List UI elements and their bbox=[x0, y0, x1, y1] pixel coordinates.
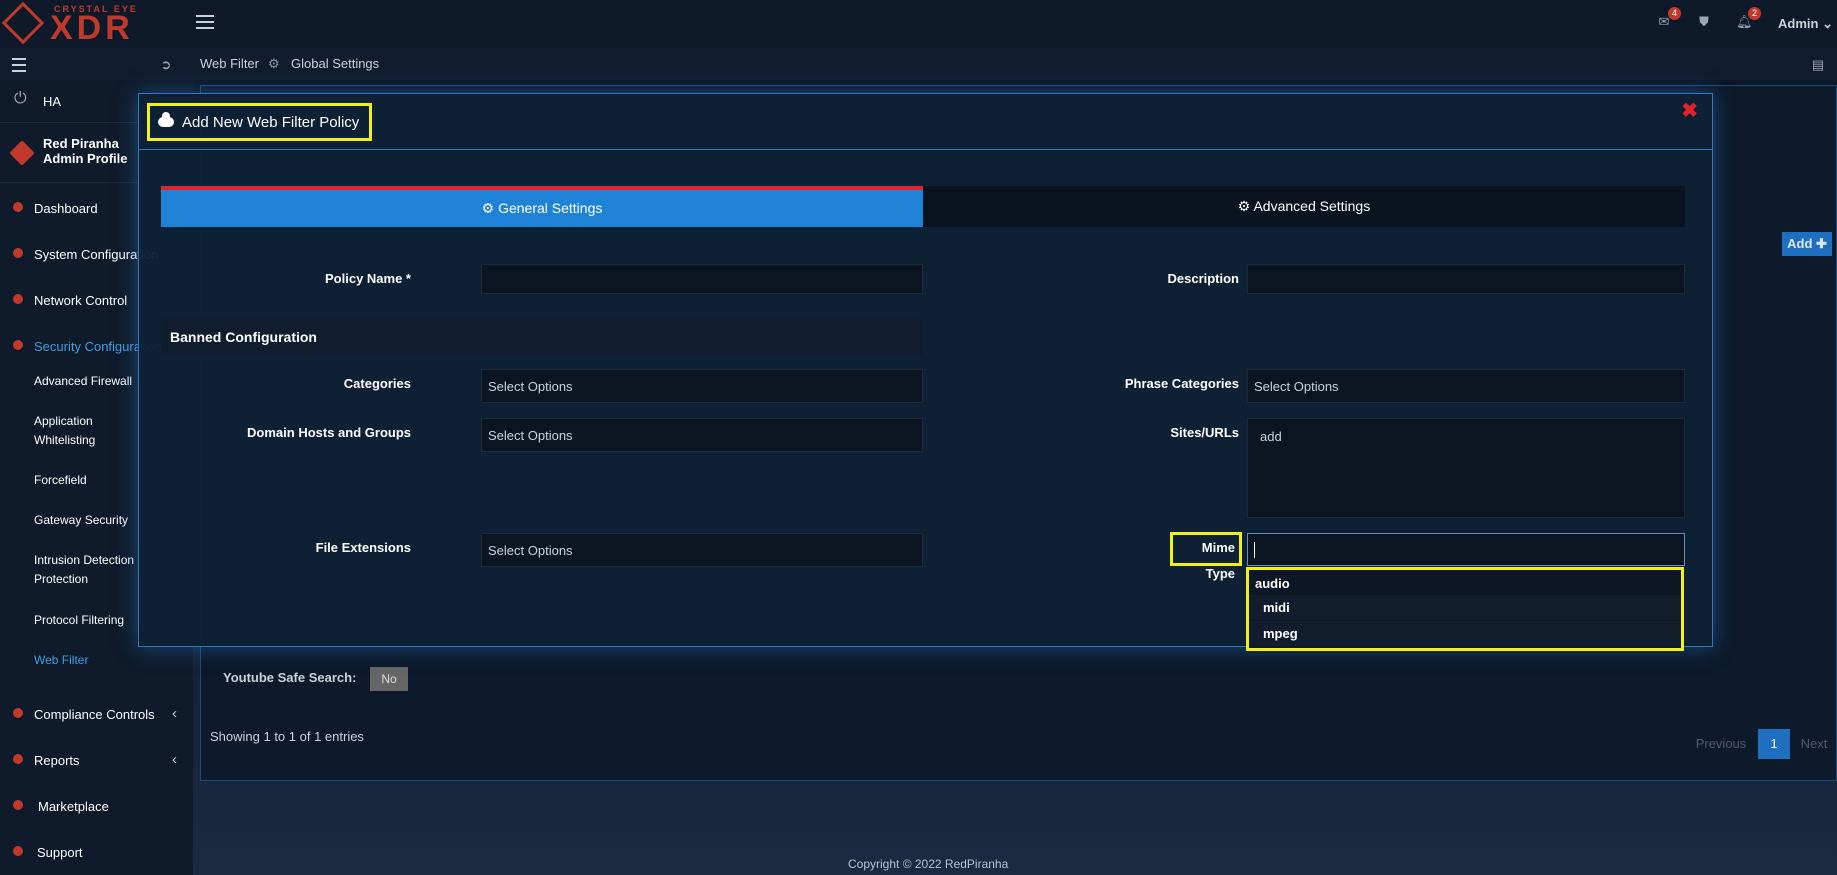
sidebar-item-label: HA bbox=[43, 94, 62, 109]
bell-icon[interactable]: 🔔︎ 2 bbox=[1736, 7, 1761, 30]
modal-header: Add New Web Filter Policy ✖ bbox=[139, 94, 1712, 150]
tab-general-settings[interactable]: ⚙ General Settings bbox=[161, 186, 923, 227]
policy-name-input[interactable] bbox=[481, 264, 923, 294]
sidebar-sub-advanced-firewall[interactable]: Advanced Firewall bbox=[34, 372, 132, 391]
domain-hosts-select[interactable]: Select Options bbox=[481, 418, 923, 452]
gear-icon: ⚙ bbox=[268, 56, 280, 71]
sidebar-item-compliance[interactable]: Compliance Controls ‹ bbox=[0, 695, 193, 735]
mime-type-dropdown: audio midi mpeg bbox=[1246, 567, 1684, 651]
description-input[interactable] bbox=[1247, 264, 1685, 294]
tab-advanced-settings[interactable]: ⚙ Advanced Settings bbox=[923, 186, 1685, 227]
sidebar-sub-protocol-filtering[interactable]: Protocol Filtering bbox=[34, 611, 124, 630]
sidebar-item-label: Dashboard bbox=[34, 201, 98, 216]
close-icon[interactable]: ✖ bbox=[1681, 98, 1698, 123]
sidebar-item-label: Compliance Controls bbox=[34, 707, 155, 722]
copyright: Copyright © 2022 RedPiranha bbox=[848, 857, 1009, 871]
domain-hosts-label: Domain Hosts and Groups bbox=[247, 425, 411, 440]
banned-configuration-heading: Banned Configuration bbox=[161, 318, 923, 356]
text-caret bbox=[1254, 542, 1255, 558]
admin-label: Admin bbox=[1778, 16, 1819, 31]
pagination-next[interactable]: Next bbox=[1792, 729, 1836, 759]
pagination-previous[interactable]: Previous bbox=[1686, 729, 1756, 759]
sidebar-sub-web-filter[interactable]: Web Filter bbox=[34, 651, 88, 670]
table-info: Showing 1 to 1 of 1 entries bbox=[210, 729, 364, 744]
gear-icon: ⚙ bbox=[481, 200, 495, 216]
chevron-left-icon: ‹ bbox=[172, 751, 177, 768]
power-icon: ⏻ bbox=[14, 90, 27, 107]
file-extensions-label: File Extensions bbox=[315, 540, 411, 555]
mime-type-label: Mime Type bbox=[1170, 532, 1242, 581]
mail-badge: 4 bbox=[1668, 7, 1681, 20]
sidebar-item-support[interactable]: Support bbox=[0, 833, 193, 873]
dropdown-group-audio: audio bbox=[1255, 576, 1290, 591]
sidebar-item-label: Reports bbox=[34, 753, 80, 768]
phrase-categories-select[interactable]: Select Options bbox=[1247, 369, 1685, 403]
sidebar-toggle-icon[interactable] bbox=[12, 58, 26, 72]
add-policy-button[interactable]: Add ✚ bbox=[1782, 232, 1832, 256]
logout-icon[interactable]: ➲ bbox=[158, 57, 174, 73]
sidebar-item-marketplace[interactable]: Marketplace bbox=[0, 787, 193, 827]
notification-badge: 2 bbox=[1748, 7, 1761, 20]
sidebar-item-label: Marketplace bbox=[38, 799, 109, 814]
sub-label-line2: Whitelisting bbox=[34, 433, 96, 447]
chevron-left-icon: ‹ bbox=[172, 705, 177, 722]
profile-name: Red Piranha bbox=[43, 136, 119, 151]
sidebar-item-label: Network Control bbox=[34, 293, 128, 308]
sidebar-sub-forcefield[interactable]: Forcefield bbox=[34, 471, 87, 490]
mail-icon[interactable]: ✉ 4 bbox=[1656, 7, 1681, 30]
network-icon bbox=[13, 294, 23, 304]
logo-wordmark: XDR bbox=[50, 9, 134, 47]
tab-label: General Settings bbox=[498, 200, 603, 216]
support-icon bbox=[13, 846, 23, 856]
dropdown-option-mpeg[interactable]: mpeg bbox=[1249, 621, 1681, 646]
security-icon bbox=[13, 340, 23, 350]
cloud-icon bbox=[158, 112, 174, 127]
chevron-down-icon: ⌄ bbox=[1822, 16, 1833, 31]
reports-icon bbox=[13, 754, 23, 764]
sub-label-line2: Protection bbox=[34, 572, 89, 586]
compliance-icon bbox=[13, 708, 23, 718]
modal-title: Add New Web Filter Policy bbox=[147, 103, 373, 141]
admin-menu[interactable]: Admin ⌄ bbox=[1778, 16, 1833, 32]
marketplace-icon bbox=[13, 800, 23, 810]
system-icon bbox=[13, 248, 23, 258]
gears-icon: ⚙ bbox=[1237, 198, 1251, 214]
pagination-page-1[interactable]: 1 bbox=[1758, 729, 1790, 759]
shield-icon[interactable]: ⛊ bbox=[1696, 14, 1712, 30]
sites-urls-label: Sites/URLs bbox=[1170, 425, 1239, 440]
add-policy-modal: Add New Web Filter Policy ✖ ⚙ General Se… bbox=[138, 93, 1713, 647]
youtube-safe-search-toggle[interactable]: No bbox=[370, 667, 408, 691]
modal-title-text: Add New Web Filter Policy bbox=[182, 113, 360, 131]
sidebar-sub-app-whitelisting[interactable]: Application Whitelisting bbox=[34, 412, 95, 450]
file-extensions-select[interactable]: Select Options bbox=[481, 533, 923, 567]
sites-urls-input[interactable]: add bbox=[1247, 418, 1685, 518]
categories-select[interactable]: Select Options bbox=[481, 369, 923, 403]
policy-name-label: Policy Name * bbox=[325, 271, 411, 286]
breadcrumb-web-filter[interactable]: Web Filter bbox=[200, 56, 259, 71]
profile-logo-icon bbox=[9, 140, 35, 166]
mime-type-input[interactable] bbox=[1247, 533, 1685, 566]
youtube-safe-search-label: Youtube Safe Search: bbox=[223, 670, 357, 685]
dashboard-icon bbox=[13, 202, 23, 212]
book-icon[interactable]: ▤ bbox=[1810, 57, 1826, 73]
dropdown-option-midi[interactable]: midi bbox=[1249, 595, 1681, 620]
tab-label: Advanced Settings bbox=[1253, 198, 1371, 214]
menu-toggle-icon[interactable] bbox=[196, 15, 214, 29]
sidebar-item-reports[interactable]: Reports ‹ bbox=[0, 741, 193, 781]
breadcrumb-global-settings: Global Settings bbox=[291, 56, 380, 71]
top-bar: CRYSTAL EYE XDR ✉ 4 ⛊ 🔔︎ 2 Admin ⌄ bbox=[0, 0, 1837, 48]
sub-label-line1: Application bbox=[34, 414, 93, 428]
crystal-eye-logo[interactable]: CRYSTAL EYE XDR bbox=[1, 1, 166, 47]
sidebar-item-label: Support bbox=[37, 845, 83, 860]
profile-subtitle: Admin Profile bbox=[43, 151, 128, 166]
sidebar-sub-intrusion-detection[interactable]: Intrusion Detection Protection bbox=[34, 551, 134, 589]
phrase-categories-label: Phrase Categories bbox=[1124, 376, 1239, 391]
logo-mark-icon bbox=[1, 1, 45, 45]
sidebar-sub-gateway-security[interactable]: Gateway Security bbox=[34, 511, 128, 530]
categories-label: Categories bbox=[343, 376, 411, 391]
description-label: Description bbox=[1167, 271, 1239, 286]
sub-label-line1: Intrusion Detection bbox=[34, 553, 135, 567]
